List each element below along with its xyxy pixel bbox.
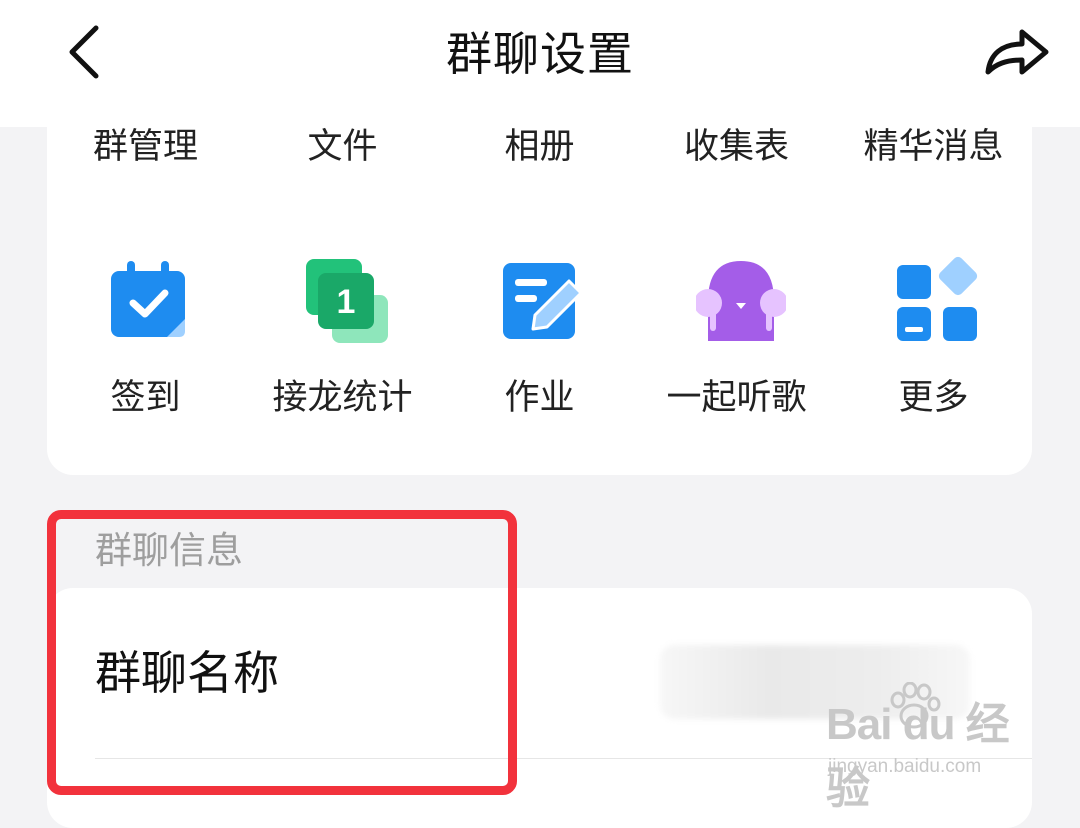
- watermark-url: jingyan.baidu.com: [828, 756, 982, 777]
- relay-stats-icon: 1: [306, 259, 388, 343]
- tool-listen-together[interactable]: 一起听歌: [638, 255, 835, 425]
- paw-icon: [890, 682, 941, 729]
- tool-checkin[interactable]: 签到: [47, 255, 244, 425]
- tool-label: 更多: [898, 378, 969, 418]
- tool-relay-stats[interactable]: 1 接龙统计: [244, 255, 441, 425]
- svg-text:1: 1: [337, 283, 356, 321]
- highlight-box: [47, 510, 517, 795]
- function-row: 群管理 文件 相册 收集表 精华消息: [47, 122, 1032, 172]
- function-group-manage[interactable]: 群管理: [47, 122, 244, 172]
- calendar-check-icon: [111, 261, 185, 337]
- page-title: 群聊设置: [446, 27, 634, 81]
- tool-label: 作业: [504, 378, 575, 418]
- baidu-jingyan-watermark: Bai du 经验 jingyan.baidu.com: [826, 682, 1026, 813]
- function-essence-messages[interactable]: 精华消息: [835, 122, 1032, 172]
- tool-more[interactable]: 更多: [835, 255, 1032, 425]
- share-button[interactable]: [978, 20, 1054, 84]
- tool-label: 一起听歌: [666, 378, 807, 418]
- more-grid-icon: [897, 256, 978, 341]
- tool-homework[interactable]: 作业: [441, 255, 638, 425]
- function-album[interactable]: 相册: [441, 122, 638, 172]
- tool-label: 签到: [110, 378, 181, 418]
- listen-together-icon: [696, 261, 786, 341]
- function-files[interactable]: 文件: [244, 122, 441, 172]
- tool-label: 接龙统计: [272, 378, 413, 418]
- homework-edit-icon: [503, 263, 583, 339]
- share-arrow-icon: [985, 29, 1049, 75]
- function-collection-form[interactable]: 收集表: [638, 122, 835, 172]
